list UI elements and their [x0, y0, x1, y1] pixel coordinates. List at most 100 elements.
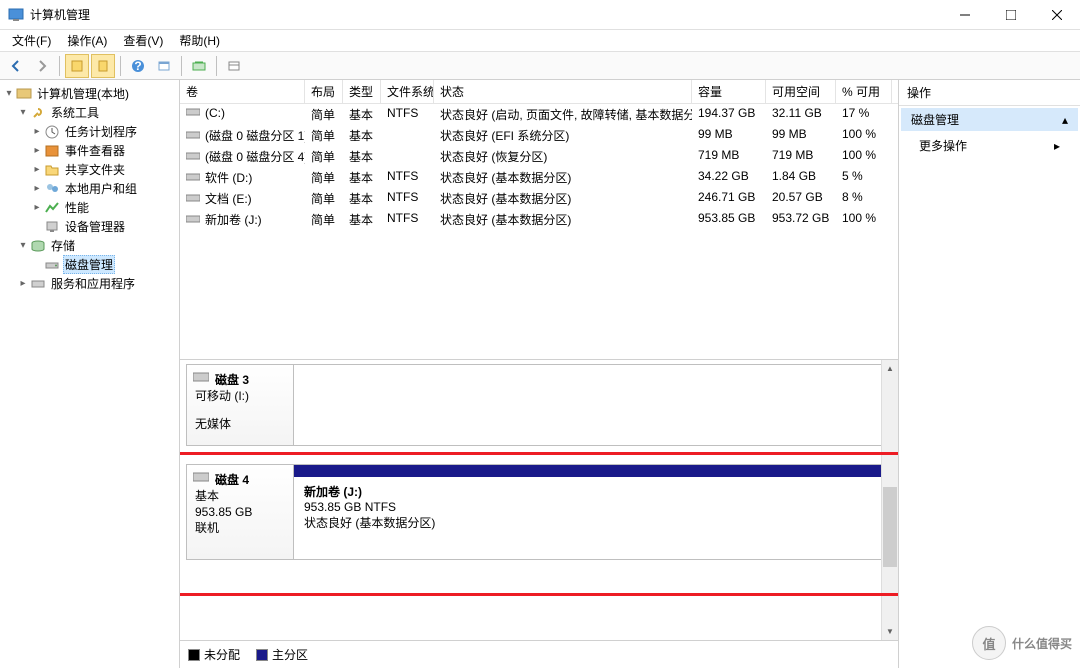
- col-free[interactable]: 可用空间: [766, 80, 836, 103]
- tree-shared-folders[interactable]: 共享文件夹: [63, 160, 127, 179]
- scroll-down-icon[interactable]: ▼: [882, 623, 898, 640]
- volume-row[interactable]: (磁盘 0 磁盘分区 1)简单基本状态良好 (EFI 系统分区)99 MB99 …: [180, 125, 898, 146]
- legend-primary: 主分区: [272, 646, 308, 663]
- col-pct[interactable]: % 可用: [836, 80, 892, 103]
- volume-header: 卷 布局 类型 文件系统 状态 容量 可用空间 % 可用: [180, 80, 898, 104]
- volume-list[interactable]: 卷 布局 类型 文件系统 状态 容量 可用空间 % 可用 (C:)简单基本NTF…: [180, 80, 898, 360]
- toolbar-btn-2[interactable]: [91, 54, 115, 78]
- tree-root[interactable]: 计算机管理(本地): [35, 84, 131, 103]
- volume-row[interactable]: 新加卷 (J:)简单基本NTFS状态良好 (基本数据分区)953.85 GB95…: [180, 209, 898, 230]
- tree-performance[interactable]: 性能: [63, 198, 91, 217]
- volume-icon: [186, 192, 202, 206]
- clock-icon: [44, 124, 60, 140]
- tree-systools[interactable]: 系统工具: [49, 103, 101, 122]
- volume-icon: [186, 129, 202, 143]
- collapse-icon: ▴: [1062, 113, 1068, 127]
- forward-button[interactable]: [30, 54, 54, 78]
- services-icon: [30, 276, 46, 292]
- watermark-text: 什么值得买: [1012, 635, 1072, 652]
- device-manager-icon: [44, 219, 60, 235]
- folder-icon: [44, 162, 60, 178]
- actions-panel: 操作 磁盘管理 ▴ 更多操作 ▸: [898, 80, 1080, 668]
- volume-icon: [186, 106, 202, 120]
- help-button[interactable]: ?: [126, 54, 150, 78]
- col-type[interactable]: 类型: [343, 80, 381, 103]
- disk4-online: 联机: [195, 520, 285, 536]
- scroll-up-icon[interactable]: ▲: [882, 360, 898, 377]
- app-icon: [8, 7, 24, 23]
- toolbar-btn-5[interactable]: [222, 54, 246, 78]
- disk-3-block[interactable]: 磁盘 3 可移动 (I:) 无媒体: [186, 364, 892, 446]
- graphical-disk-view[interactable]: 磁盘 3 可移动 (I:) 无媒体 磁盘 4 基本 953.85 GB 联机: [180, 360, 898, 640]
- chevron-right-icon: ▸: [1054, 139, 1060, 153]
- computer-icon: [16, 86, 32, 102]
- toolbar: ?: [0, 52, 1080, 80]
- disk4-title: 磁盘 4: [215, 471, 285, 488]
- volume-row[interactable]: 软件 (D:)简单基本NTFS状态良好 (基本数据分区)34.22 GB1.84…: [180, 167, 898, 188]
- actions-group[interactable]: 磁盘管理 ▴: [901, 108, 1078, 131]
- users-icon: [44, 181, 60, 197]
- tree-device-manager[interactable]: 设备管理器: [63, 217, 127, 236]
- tree-disk-mgmt[interactable]: 磁盘管理: [63, 255, 115, 274]
- primary-swatch: [256, 649, 268, 661]
- menubar: 文件(F) 操作(A) 查看(V) 帮助(H): [0, 30, 1080, 52]
- main-panel: 卷 布局 类型 文件系统 状态 容量 可用空间 % 可用 (C:)简单基本NTF…: [180, 80, 898, 668]
- disk3-removable: 可移动 (I:): [195, 388, 285, 404]
- menu-action[interactable]: 操作(A): [59, 30, 115, 51]
- close-button[interactable]: [1034, 0, 1080, 30]
- volume-row[interactable]: (磁盘 0 磁盘分区 4)简单基本状态良好 (恢复分区)719 MB719 MB…: [180, 146, 898, 167]
- disk3-nomedia: 无媒体: [195, 416, 285, 432]
- col-status[interactable]: 状态: [434, 80, 692, 103]
- titlebar: 计算机管理: [0, 0, 1080, 30]
- tree-local-users[interactable]: 本地用户和组: [63, 179, 139, 198]
- partition-header: [294, 465, 891, 477]
- volume-icon: [186, 171, 202, 185]
- graphical-scrollbar[interactable]: ▲ ▼: [881, 360, 898, 640]
- watermark: 值 什么值得买: [972, 626, 1072, 660]
- actions-header: 操作: [899, 80, 1080, 106]
- partition-detail: 953.85 GB NTFS: [304, 500, 881, 514]
- volume-row[interactable]: (C:)简单基本NTFS状态良好 (启动, 页面文件, 故障转储, 基本数据分区…: [180, 104, 898, 125]
- tree-storage[interactable]: 存储: [49, 236, 77, 255]
- legend: 未分配 主分区: [180, 640, 898, 668]
- partition-status: 状态良好 (基本数据分区): [304, 514, 881, 531]
- disk-icon: [193, 371, 209, 386]
- disk3-title: 磁盘 3: [215, 371, 285, 388]
- event-viewer-icon: [44, 143, 60, 159]
- col-capacity[interactable]: 容量: [692, 80, 766, 103]
- navigation-tree[interactable]: ▾计算机管理(本地) ▾系统工具 ▸任务计划程序 ▸事件查看器 ▸共享文件夹 ▸…: [0, 80, 180, 668]
- partition-j[interactable]: 新加卷 (J:) 953.85 GB NTFS 状态良好 (基本数据分区): [294, 477, 891, 559]
- maximize-button[interactable]: [988, 0, 1034, 30]
- menu-view[interactable]: 查看(V): [115, 30, 171, 51]
- menu-file[interactable]: 文件(F): [4, 30, 59, 51]
- partition-name: 新加卷 (J:): [304, 483, 881, 500]
- tree-task-scheduler[interactable]: 任务计划程序: [63, 122, 139, 141]
- disk4-size: 953.85 GB: [195, 504, 285, 520]
- col-fs[interactable]: 文件系统: [381, 80, 434, 103]
- storage-icon: [30, 238, 46, 254]
- disk-mgmt-icon: [44, 257, 60, 273]
- tree-event-viewer[interactable]: 事件查看器: [63, 141, 127, 160]
- back-button[interactable]: [4, 54, 28, 78]
- volume-icon: [186, 150, 202, 164]
- performance-icon: [44, 200, 60, 216]
- disk4-basic: 基本: [195, 488, 285, 504]
- legend-unallocated: 未分配: [204, 646, 240, 663]
- disk-4-block[interactable]: 磁盘 4 基本 953.85 GB 联机 新加卷 (J:) 953.85 GB …: [186, 464, 892, 560]
- toolbar-btn-4[interactable]: [187, 54, 211, 78]
- col-volume[interactable]: 卷: [180, 80, 305, 103]
- more-actions[interactable]: 更多操作 ▸: [899, 133, 1080, 158]
- toolbar-btn-1[interactable]: [65, 54, 89, 78]
- window-title: 计算机管理: [30, 6, 942, 23]
- menu-help[interactable]: 帮助(H): [171, 30, 228, 51]
- volume-row[interactable]: 文档 (E:)简单基本NTFS状态良好 (基本数据分区)246.71 GB20.…: [180, 188, 898, 209]
- disk-icon: [193, 471, 209, 486]
- watermark-icon: 值: [972, 626, 1006, 660]
- tools-icon: [30, 105, 46, 121]
- volume-icon: [186, 213, 202, 227]
- tree-services[interactable]: 服务和应用程序: [49, 274, 137, 293]
- col-layout[interactable]: 布局: [305, 80, 343, 103]
- minimize-button[interactable]: [942, 0, 988, 30]
- svg-text:?: ?: [134, 59, 141, 73]
- toolbar-btn-3[interactable]: [152, 54, 176, 78]
